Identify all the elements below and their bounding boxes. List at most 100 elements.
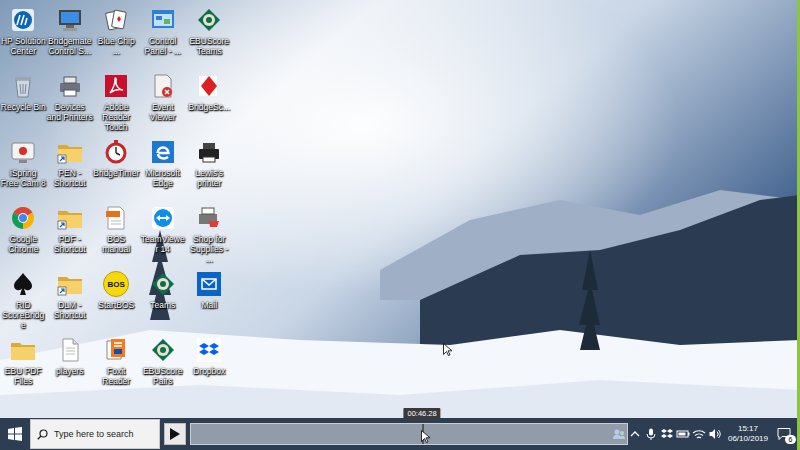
clock-date: 06/10/2019 (728, 434, 768, 444)
teamviewer-icon (149, 204, 177, 232)
desktop-icon[interactable]: Control Panel - ... (140, 1, 187, 67)
action-center-button[interactable]: 6 (774, 424, 794, 444)
mouse-cursor-icon (421, 430, 430, 443)
ebuscore-icon (149, 270, 177, 298)
microphone-tray-button[interactable] (644, 427, 658, 441)
clock-time: 15:17 (738, 424, 758, 434)
desktop-icon[interactable]: Event Viewer (140, 67, 187, 133)
play-button[interactable] (164, 423, 186, 445)
pdf-document-icon (102, 204, 130, 232)
video-timeline[interactable]: 00:46.28 (190, 423, 628, 445)
desktop-icon-label: Adobe Reader Touch (93, 102, 139, 132)
desktop-icon-label: BOS manual (93, 234, 139, 254)
desktop-icon-label: DLM - Shortcut (47, 300, 93, 320)
desktop-icon[interactable]: Adobe Reader Touch (93, 67, 140, 133)
desktop-icon[interactable]: Lewis's printer (186, 133, 233, 199)
wifi-icon (692, 427, 706, 441)
battery-tray-button[interactable] (676, 427, 690, 441)
desktop-icon-label: TeamViewer 14 (140, 234, 186, 254)
system-tray: 15:1706/10/2019 6 (628, 418, 800, 450)
desktop-icon-label: players (47, 366, 93, 376)
bos-logo-icon: BOS (103, 271, 129, 297)
desktop-icon[interactable]: EBUScore Teams (186, 1, 233, 67)
adobe-reader-icon (102, 72, 130, 100)
desktop-icon[interactable]: TeamViewer 14 (140, 199, 187, 265)
clock[interactable]: 15:1706/10/2019 (724, 424, 772, 444)
desktop-icon-label: RID ScoreBridge (0, 300, 46, 330)
desktop-icon-label: Shop for Supplies - ... (186, 234, 232, 264)
desktop-icon[interactable]: PDF - Shortcut (47, 199, 94, 265)
desktop-icon[interactable]: RID ScoreBridge (0, 265, 47, 331)
red-diamond-icon (195, 72, 223, 100)
battery-icon (676, 427, 690, 441)
desktop-icon-label: StartBOS (93, 300, 139, 310)
printer-icon (195, 138, 223, 166)
spade-icon (9, 270, 37, 298)
desktop-icon-label: Foxit Reader (93, 366, 139, 386)
desktop-icon-label: Dropbox (186, 366, 232, 376)
desktop-icon[interactable]: BOS StartBOS (93, 265, 140, 331)
desktop: HP Solution CenterRecycle BiniSpring Fre… (0, 0, 800, 418)
desktop-icon[interactable]: Mail (186, 265, 233, 331)
desktop-icon-label: PDF - Shortcut (47, 234, 93, 254)
desktop-icon[interactable]: iSpring Free Cam 8 (0, 133, 47, 199)
desktop-icon-label: Blue Chip ... (93, 36, 139, 56)
desktop-icon[interactable]: Foxit Reader (93, 331, 140, 397)
printer-supplies-icon (195, 204, 223, 232)
recycle-bin-icon (9, 72, 37, 100)
search-box[interactable]: Type here to search (30, 419, 160, 449)
desktop-icon[interactable]: Shop for Supplies - ... (186, 199, 233, 265)
desktop-icon[interactable]: Dropbox (186, 331, 233, 397)
desktop-icon[interactable]: Google Chrome (0, 199, 47, 265)
desktop-icon[interactable]: Devices and Printers (47, 67, 94, 133)
folder-shortcut-icon (56, 138, 84, 166)
desktop-icon[interactable]: Microsoft Edge (140, 133, 187, 199)
desktop-icon[interactable]: Teams (140, 265, 187, 331)
folder-shortcut-icon (56, 270, 84, 298)
computer-icon (56, 6, 84, 34)
notification-count: 6 (785, 435, 796, 444)
desktop-icon-label: Event Viewer (140, 102, 186, 122)
desktop-icon[interactable]: BOS manual (93, 199, 140, 265)
desktop-icon[interactable]: Blue Chip ... (93, 1, 140, 67)
desktop-icon[interactable]: DLM - Shortcut (47, 265, 94, 331)
desktop-icon-label: Google Chrome (0, 234, 46, 254)
speaker-icon (708, 427, 722, 441)
chrome-icon (9, 204, 37, 232)
wifi-tray-button[interactable] (692, 427, 706, 441)
desktop-icon[interactable]: HP Solution Center (0, 1, 47, 67)
desktop-icon[interactable]: BridgeSc... (186, 67, 233, 133)
document-icon (56, 336, 84, 364)
desktop-icon[interactable]: BridgeTimer (93, 133, 140, 199)
hp-logo-icon (9, 6, 37, 34)
desktop-icon[interactable]: PEN - Shortcut (47, 133, 94, 199)
desktop-icon-label: Bridgemate Control S... (47, 36, 93, 56)
frame-edge (797, 0, 800, 450)
dropbox-tray-button[interactable] (660, 427, 674, 441)
speaker-tray-button[interactable] (708, 427, 722, 441)
desktop-icon[interactable]: Bridgemate Control S... (47, 1, 94, 67)
desktop-icon-label: BridgeTimer (93, 168, 139, 178)
event-viewer-icon (149, 72, 177, 100)
playing-cards-icon (102, 6, 130, 34)
desktop-icon[interactable]: EBU PDF Files (0, 331, 47, 397)
start-button[interactable] (0, 418, 30, 450)
microphone-icon (644, 427, 658, 441)
desktop-icon-label: EBU PDF Files (0, 366, 46, 386)
dropbox-icon (660, 427, 674, 441)
windows-logo-icon (8, 427, 22, 441)
desktop-icon[interactable]: players (47, 331, 94, 397)
chevron-up-tray-button[interactable] (628, 427, 642, 441)
desktop-icon-label: Lewis's printer (186, 168, 232, 188)
folder-shortcut-icon (56, 204, 84, 232)
desktop-icon[interactable]: EBUScore Pairs (140, 331, 187, 397)
desktop-icon-label: EBUScore Teams (186, 36, 232, 56)
desktop-icon-label: PEN - Shortcut (47, 168, 93, 188)
time-tooltip: 00:46.28 (403, 408, 440, 419)
desktop-icon-label: BridgeSc... (186, 102, 232, 112)
printer-icon (56, 72, 84, 100)
desktop-icon-label: Mail (186, 300, 232, 310)
ebuscore-icon (149, 336, 177, 364)
desktop-icon[interactable]: Recycle Bin (0, 67, 47, 133)
desktop-icon-label: Devices and Printers (47, 102, 93, 122)
